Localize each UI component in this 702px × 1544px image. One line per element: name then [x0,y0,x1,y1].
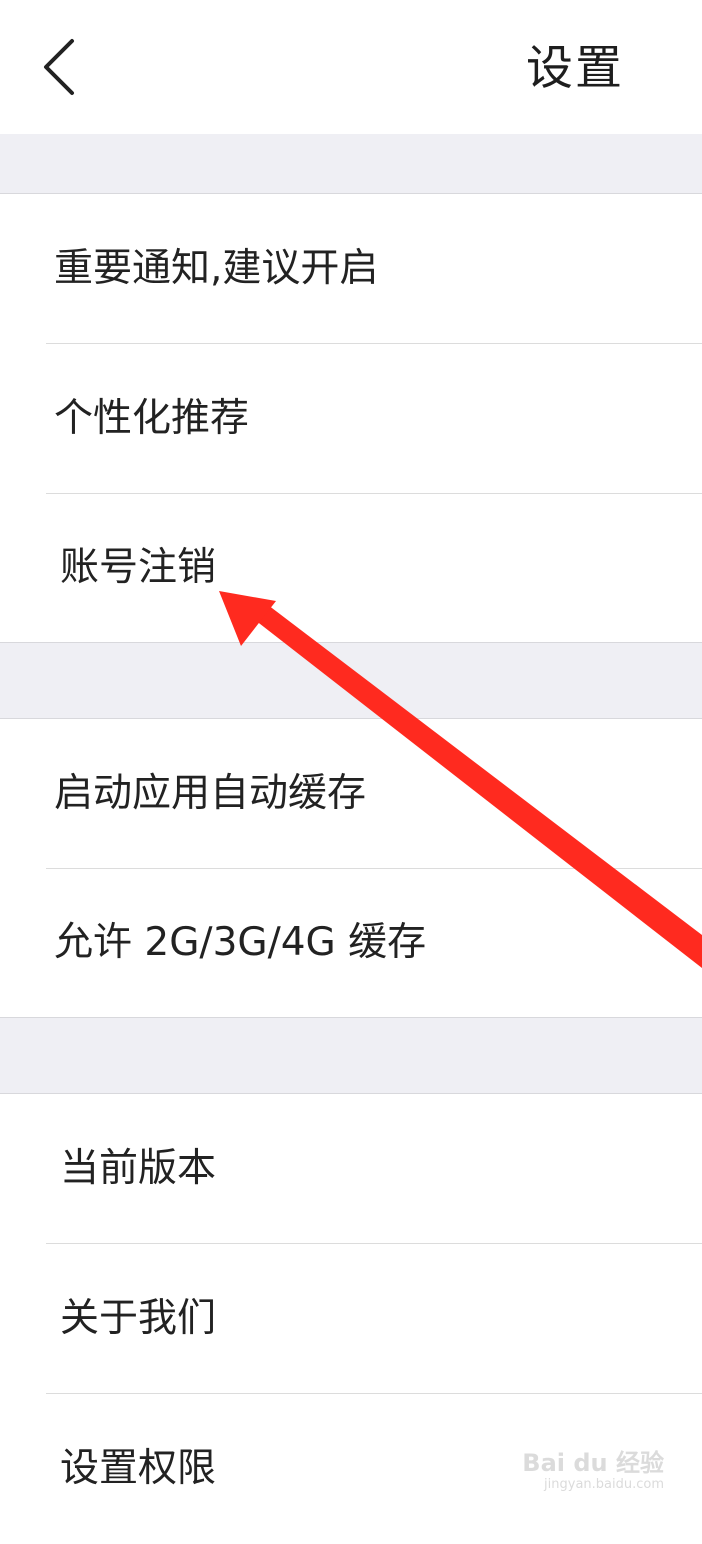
watermark: Bai du 经验 jingyan.baidu.com [522,1443,664,1503]
setting-row-label: 重要通知,建议开启 [54,246,379,291]
setting-row-label: 当前版本 [60,1146,217,1191]
section-gap [0,1017,702,1094]
section-gap [0,642,702,719]
setting-row-important-notice[interactable]: 重要通知,建议开启 [0,194,702,344]
setting-row-label: 个性化推荐 [54,396,250,441]
section-gap [0,134,702,194]
back-button[interactable] [30,30,90,104]
chevron-left-icon [44,39,74,95]
setting-row-auto-cache[interactable]: 启动应用自动缓存 [0,719,702,869]
setting-row-label: 关于我们 [60,1296,217,1341]
watermark-url: jingyan.baidu.com [544,1477,664,1492]
setting-row-about-us[interactable]: 关于我们 [0,1244,702,1394]
setting-row-account-deletion[interactable]: 账号注销 [0,494,702,642]
setting-row-label: 启动应用自动缓存 [54,771,367,816]
nav-bar: 设置 [0,0,702,134]
setting-row-label: 账号注销 [60,545,217,590]
setting-row-label: 设置权限 [60,1446,217,1491]
setting-row-current-version[interactable]: 当前版本 [0,1094,702,1244]
setting-row-label: 允许 2G/3G/4G 缓存 [54,920,427,965]
setting-row-personalized-recommend[interactable]: 个性化推荐 [0,344,702,494]
setting-row-mobile-cache[interactable]: 允许 2G/3G/4G 缓存 [0,869,702,1017]
page-title: 设置 [526,41,624,96]
watermark-logo-text: Bai du 经验 [522,1449,664,1477]
